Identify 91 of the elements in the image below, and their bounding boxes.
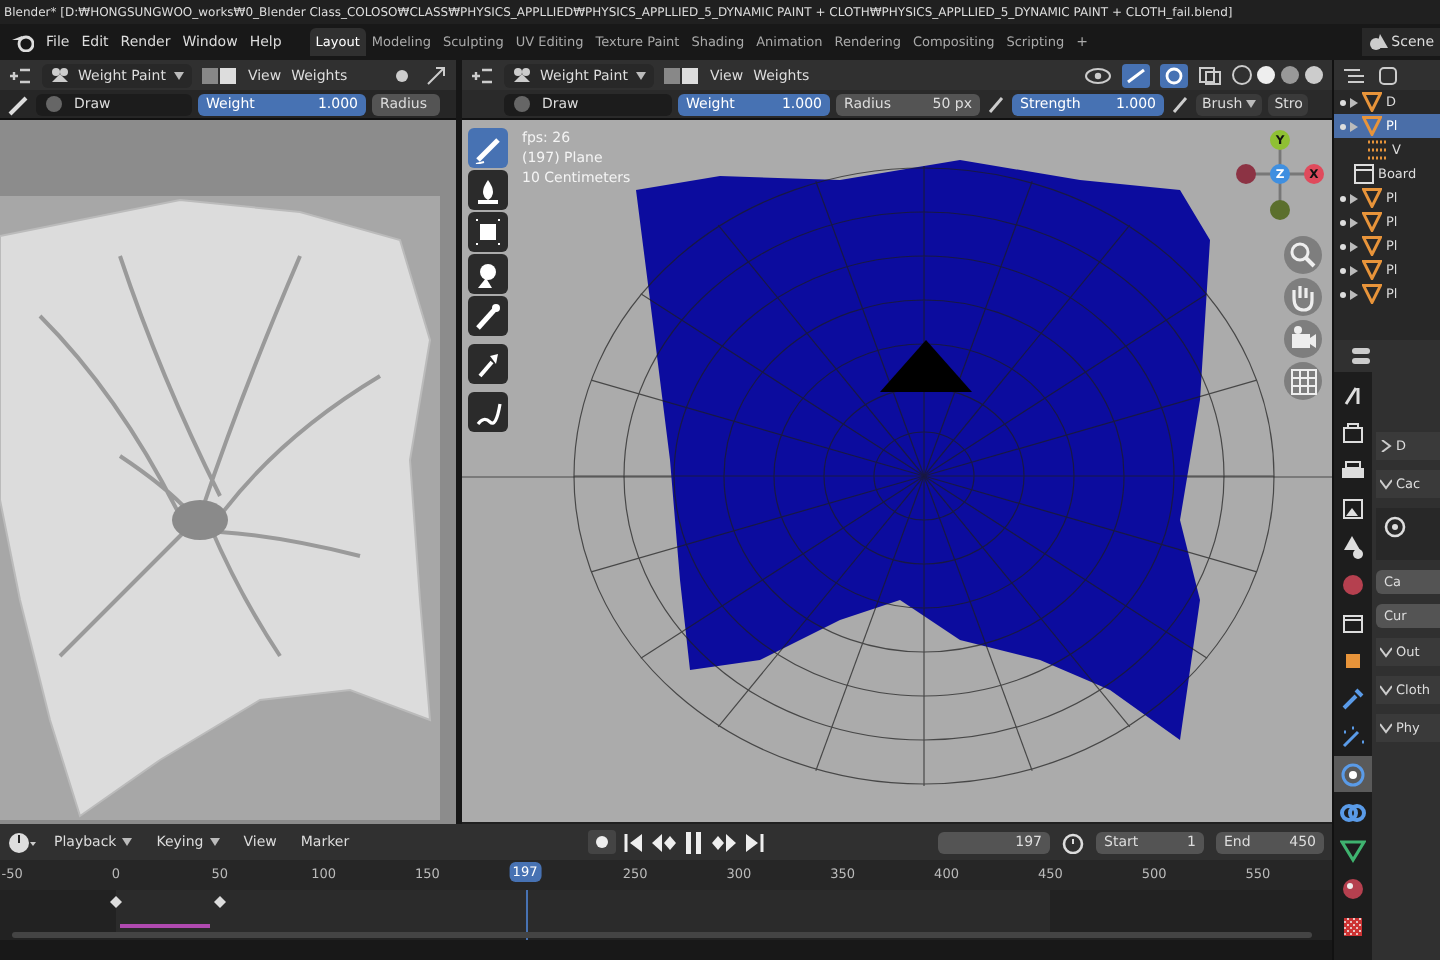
brush-tool-icon[interactable] <box>6 93 30 115</box>
average-tool-button[interactable] <box>468 212 508 252</box>
visibility-dot-icon[interactable] <box>1340 123 1346 129</box>
caret-icon <box>1246 100 1257 108</box>
visibility-dot-icon[interactable] <box>1340 291 1346 297</box>
pressure-pen-icon[interactable] <box>986 94 1006 114</box>
scrollbar[interactable] <box>12 932 1312 938</box>
hand-icon <box>1287 281 1319 313</box>
expand-arrow-icon[interactable] <box>1350 193 1358 203</box>
keyframe-icon[interactable] <box>214 896 226 908</box>
average-tool-icon <box>472 216 504 248</box>
chevron-right-icon <box>1380 440 1392 452</box>
physics-icon <box>1384 516 1406 538</box>
chevron-down-icon <box>1380 646 1392 658</box>
material-icon <box>1340 875 1366 901</box>
xray-icon[interactable] <box>1198 65 1222 85</box>
caret-icon <box>122 838 133 846</box>
zoom-button[interactable] <box>1284 236 1322 274</box>
visibility-icon[interactable] <box>1084 65 1112 85</box>
expand-arrow-icon[interactable] <box>1350 265 1358 275</box>
collection-icon <box>1354 164 1374 184</box>
render-icon <box>1340 419 1366 445</box>
gizmo-icon[interactable] <box>390 65 414 85</box>
expand-arrow-icon[interactable] <box>1350 97 1358 107</box>
outliner-type-icon[interactable] <box>1342 65 1370 85</box>
editor-type-icon[interactable] <box>8 65 32 85</box>
stopwatch-icon[interactable] <box>1062 831 1084 853</box>
caret-icon <box>173 71 184 79</box>
grid-icon <box>1287 365 1319 397</box>
cache-list[interactable] <box>1376 508 1440 560</box>
record-icon[interactable] <box>587 830 616 854</box>
image-toggle-icon[interactable] <box>201 65 238 85</box>
editor-type-icon[interactable] <box>470 65 494 85</box>
vgroup-icon <box>1368 140 1388 160</box>
blur-tool-button[interactable] <box>468 170 508 210</box>
chevron-down-icon <box>1380 684 1392 696</box>
sample-tool-icon <box>472 300 504 332</box>
grid-button[interactable] <box>1284 362 1322 400</box>
annotate-tool-button[interactable] <box>468 392 508 432</box>
hand-button[interactable] <box>1284 278 1322 316</box>
view-layer-icon <box>1340 495 1366 521</box>
data-icon <box>1340 837 1366 863</box>
jump-start-icon[interactable] <box>623 833 644 851</box>
jump-end-icon[interactable] <box>743 833 764 851</box>
scene-icon <box>1367 32 1388 52</box>
next-keyframe-icon[interactable] <box>711 833 736 851</box>
visibility-dot-icon[interactable] <box>1340 99 1346 105</box>
pressure-pen-icon[interactable] <box>1170 94 1190 114</box>
chevron-down-icon <box>1380 722 1392 734</box>
physics-tab[interactable] <box>1334 756 1372 792</box>
camera-triangle-icon <box>880 340 972 392</box>
draw-tool-icon <box>472 132 504 164</box>
brush-thumbnail-icon <box>44 94 64 114</box>
visibility-dot-icon[interactable] <box>1340 267 1346 273</box>
smear-tool-button[interactable] <box>468 254 508 294</box>
camera-button[interactable] <box>1284 320 1322 358</box>
gizmo-toggle-icon[interactable] <box>1122 63 1150 87</box>
constraints-icon <box>1340 799 1366 825</box>
weight-paint-icon <box>512 66 532 84</box>
output-icon <box>1340 457 1366 483</box>
mask-toggle-icon[interactable] <box>663 65 700 85</box>
expand-arrow-icon[interactable] <box>1350 289 1358 299</box>
sample-tool-button[interactable] <box>468 296 508 336</box>
physics-icon <box>1340 761 1366 787</box>
negative-x-axis-button[interactable] <box>1236 164 1256 184</box>
texture-icon <box>1340 913 1366 939</box>
keyframe-icon[interactable] <box>110 896 122 908</box>
visibility-dot-icon[interactable] <box>1340 243 1346 249</box>
visibility-dot-icon[interactable] <box>1340 219 1346 225</box>
particles-icon <box>1340 723 1366 749</box>
visibility-dot-icon[interactable] <box>1340 195 1346 201</box>
expand-arrow-icon[interactable] <box>1350 241 1358 251</box>
modifiers-icon <box>1340 685 1366 711</box>
caret-icon <box>209 838 220 846</box>
chevron-down-icon <box>1380 478 1392 490</box>
overlay-toggle-icon[interactable] <box>1160 63 1188 87</box>
brush-thumbnail-icon <box>512 94 532 114</box>
blender-logo-icon[interactable] <box>12 32 34 52</box>
scene-icon <box>1340 533 1366 559</box>
collection-icon <box>1340 609 1366 635</box>
pause-icon[interactable] <box>683 831 704 853</box>
gradient-tool-button[interactable] <box>468 344 508 384</box>
weight-paint-icon <box>50 66 70 84</box>
viewport-shading-icon[interactable] <box>1232 64 1324 86</box>
draw-tool-button[interactable] <box>468 128 508 168</box>
caret-icon <box>635 71 646 79</box>
clock-icon[interactable] <box>8 831 36 853</box>
expand-arrow-icon[interactable] <box>1350 217 1358 227</box>
prev-keyframe-icon[interactable] <box>651 833 676 851</box>
world-icon <box>1340 571 1366 597</box>
zoom-icon <box>1287 239 1319 271</box>
